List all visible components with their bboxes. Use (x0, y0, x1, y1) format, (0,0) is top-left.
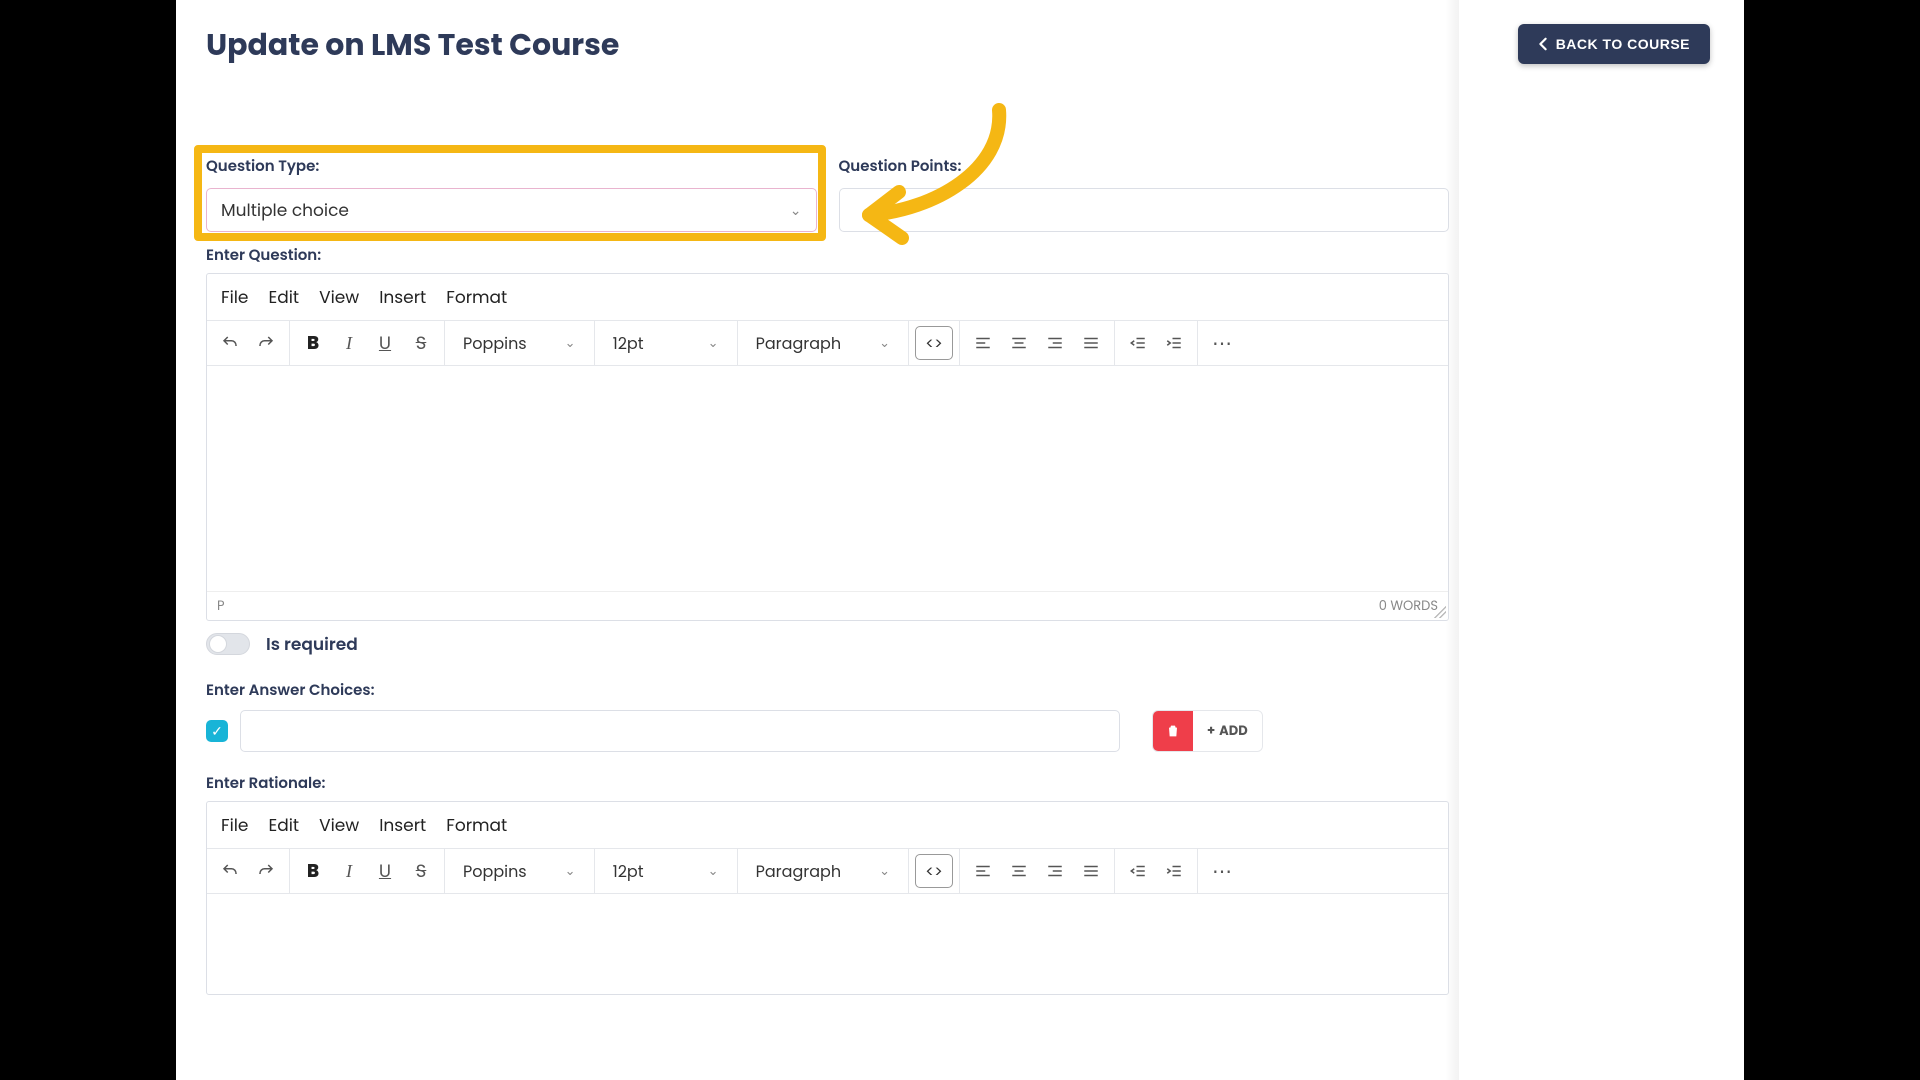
more-toolbar-button[interactable]: ⋯ (1204, 328, 1242, 358)
italic-button[interactable]: I (332, 854, 366, 888)
outdent-button[interactable] (1121, 326, 1155, 360)
font-family-value: Poppins (463, 331, 527, 356)
editor-wordcount: 0 WORDS (1379, 596, 1438, 616)
code-button[interactable]: <> (915, 854, 953, 888)
back-to-course-button[interactable]: BACK TO COURSE (1518, 24, 1710, 64)
chevron-down-icon: ⌄ (565, 333, 576, 353)
is-required-toggle[interactable] (206, 633, 250, 655)
editor-menubar: File Edit View Insert Format (207, 802, 1448, 848)
font-size-value: 12pt (613, 859, 644, 884)
menu-edit[interactable]: Edit (268, 812, 299, 838)
align-left-button[interactable] (966, 854, 1000, 888)
answer-correct-checkbox[interactable]: ✓ (206, 720, 228, 742)
underline-button[interactable]: U (368, 326, 402, 360)
chevron-down-icon: ⌄ (790, 200, 802, 221)
italic-button[interactable]: I (332, 326, 366, 360)
chevron-down-icon: ⌄ (708, 861, 719, 881)
chevron-left-icon (1538, 37, 1548, 51)
block-format-select[interactable]: Paragraph ⌄ (744, 331, 902, 356)
question-points-input[interactable] (839, 188, 1450, 232)
menu-file[interactable]: File (221, 812, 248, 838)
underline-button[interactable]: U (368, 854, 402, 888)
menu-insert[interactable]: Insert (379, 812, 426, 838)
enter-question-label: Enter Question: (206, 244, 1449, 267)
block-format-value: Paragraph (756, 859, 842, 884)
align-justify-button[interactable] (1074, 326, 1108, 360)
question-type-label: Question Type: (206, 155, 817, 178)
menu-file[interactable]: File (221, 284, 248, 310)
font-size-value: 12pt (613, 331, 644, 356)
question-points-label: Question Points: (839, 155, 1450, 178)
answer-choices-label: Enter Answer Choices: (206, 679, 1449, 702)
menu-view[interactable]: View (319, 284, 359, 310)
align-justify-button[interactable] (1074, 854, 1108, 888)
block-format-select[interactable]: Paragraph ⌄ (744, 859, 902, 884)
answer-choice-row: ✓ + ADD (206, 710, 1449, 752)
plus-icon: + (1207, 721, 1215, 741)
undo-button[interactable] (213, 854, 247, 888)
redo-button[interactable] (249, 854, 283, 888)
rationale-label: Enter Rationale: (206, 772, 1449, 795)
align-right-button[interactable] (1038, 854, 1072, 888)
resize-handle-icon[interactable] (1434, 606, 1446, 618)
font-size-select[interactable]: 12pt ⌄ (601, 331, 731, 356)
add-choice-button[interactable]: + ADD (1193, 711, 1262, 751)
add-choice-label: ADD (1219, 721, 1247, 741)
align-right-button[interactable] (1038, 326, 1072, 360)
code-button[interactable]: <> (915, 326, 953, 360)
delete-choice-button[interactable] (1153, 711, 1193, 751)
answer-choice-input[interactable] (240, 710, 1120, 752)
question-type-value: Multiple choice (221, 197, 349, 223)
chevron-down-icon: ⌄ (879, 861, 890, 881)
page-title: Update on LMS Test Course (206, 22, 619, 68)
menu-format[interactable]: Format (446, 284, 507, 310)
font-family-select[interactable]: Poppins ⌄ (451, 331, 588, 356)
rationale-editor: File Edit View Insert Format B I U (206, 801, 1449, 995)
undo-button[interactable] (213, 326, 247, 360)
menu-insert[interactable]: Insert (379, 284, 426, 310)
back-to-course-label: BACK TO COURSE (1556, 36, 1690, 52)
align-center-button[interactable] (1002, 326, 1036, 360)
question-type-select[interactable]: Multiple choice ⌄ (206, 188, 817, 232)
trash-icon (1165, 723, 1181, 739)
question-editor-body[interactable] (207, 366, 1448, 591)
editor-toolbar: B I U S Poppins ⌄ 12pt ⌄ (207, 320, 1448, 366)
chevron-down-icon: ⌄ (708, 333, 719, 353)
align-left-button[interactable] (966, 326, 1000, 360)
block-format-value: Paragraph (756, 331, 842, 356)
outdent-button[interactable] (1121, 854, 1155, 888)
bold-button[interactable]: B (296, 854, 330, 888)
rationale-editor-body[interactable] (207, 894, 1448, 994)
more-toolbar-button[interactable]: ⋯ (1204, 856, 1242, 886)
font-family-select[interactable]: Poppins ⌄ (451, 859, 588, 884)
chevron-down-icon: ⌄ (879, 333, 890, 353)
redo-button[interactable] (249, 326, 283, 360)
menu-format[interactable]: Format (446, 812, 507, 838)
menu-edit[interactable]: Edit (268, 284, 299, 310)
font-family-value: Poppins (463, 859, 527, 884)
indent-button[interactable] (1157, 326, 1191, 360)
editor-path: P (217, 596, 225, 616)
align-center-button[interactable] (1002, 854, 1036, 888)
question-editor: File Edit View Insert Format B I U (206, 273, 1449, 621)
strikethrough-button[interactable]: S (404, 326, 438, 360)
bold-button[interactable]: B (296, 326, 330, 360)
menu-view[interactable]: View (319, 812, 359, 838)
editor-toolbar: B I U S Poppins ⌄ 12pt ⌄ (207, 848, 1448, 894)
strikethrough-button[interactable]: S (404, 854, 438, 888)
editor-menubar: File Edit View Insert Format (207, 274, 1448, 320)
chevron-down-icon: ⌄ (565, 861, 576, 881)
is-required-label: Is required (266, 631, 358, 657)
font-size-select[interactable]: 12pt ⌄ (601, 859, 731, 884)
indent-button[interactable] (1157, 854, 1191, 888)
